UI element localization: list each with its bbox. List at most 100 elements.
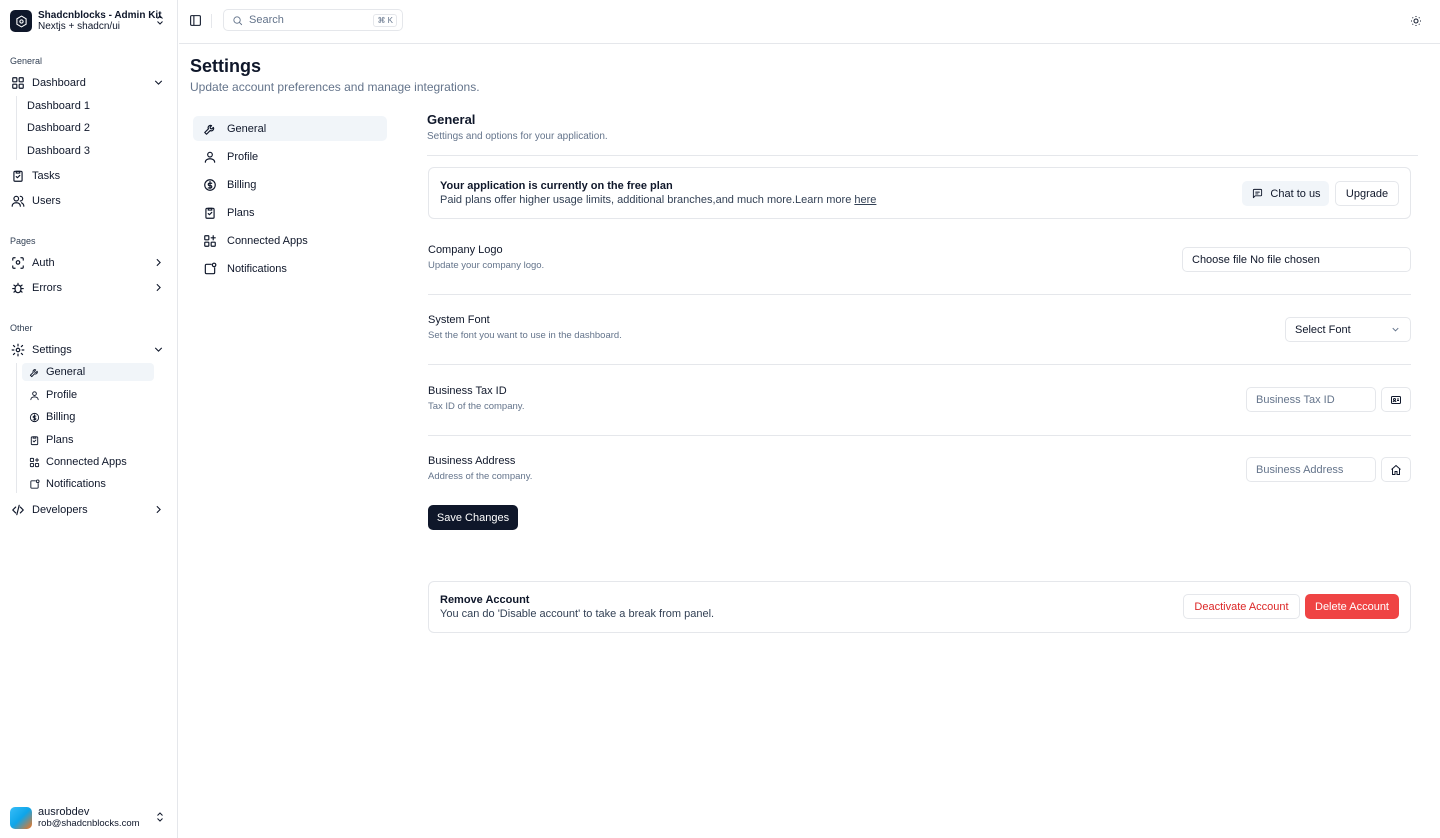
row-divider (428, 364, 1411, 365)
upgrade-button[interactable]: Upgrade (1335, 181, 1399, 206)
settings-nav-connected-apps[interactable]: Connected Apps (193, 228, 387, 253)
brand-subtitle: Nextjs + shadcn/ui (38, 21, 120, 32)
user-menu[interactable]: ausrobdev rob@shadcnblocks.com (10, 806, 170, 830)
home-button[interactable] (1381, 457, 1411, 482)
sidebar-item-settings[interactable]: Settings (8, 339, 168, 361)
sidebar-subitem-label: Dashboard 2 (27, 122, 90, 134)
sidebar-subitem-label: Plans (46, 434, 74, 446)
plan-card: Your application is currently on the fre… (428, 167, 1411, 219)
sidebar-subitem-dashboard-3[interactable]: Dashboard 3 (22, 142, 154, 160)
sidebar-toggle-icon[interactable] (189, 14, 202, 27)
learn-more-link[interactable]: here (854, 194, 876, 206)
tax-id-sub: Tax ID of the company. (428, 401, 525, 412)
group-label-other: Other (10, 323, 33, 333)
settings-nav-notifications[interactable]: Notifications (193, 256, 387, 281)
search-input[interactable]: Search ⌘ K (223, 9, 403, 31)
sun-icon[interactable] (1410, 15, 1422, 27)
dollar-circle-icon (27, 410, 41, 424)
sidebar-item-label: Errors (32, 282, 62, 294)
sidebar-subitem-label: Dashboard 3 (27, 145, 90, 157)
chevron-down-icon (1390, 324, 1401, 335)
remove-account-desc: You can do 'Disable account' to take a b… (440, 608, 715, 620)
home-icon (1390, 464, 1402, 476)
sidebar-subitem-dashboard-1[interactable]: Dashboard 1 (22, 97, 154, 115)
choose-file-button[interactable]: Choose file (1192, 254, 1247, 266)
settings-nav-label: Notifications (227, 262, 287, 275)
settings-nav-profile[interactable]: Profile (193, 144, 387, 169)
settings-nav-plans[interactable]: Plans (193, 200, 387, 225)
group-label-general: General (10, 56, 43, 66)
sidebar-subitem-label: Notifications (46, 478, 106, 490)
address-sub: Address of the company. (428, 471, 533, 482)
sidebar-subitem-plans[interactable]: Plans (22, 431, 154, 449)
sidebar-item-dashboard[interactable]: Dashboard (8, 72, 168, 94)
tax-id-input[interactable]: Business Tax ID (1246, 387, 1376, 412)
chat-to-us-button[interactable]: Chat to us (1242, 181, 1329, 206)
company-logo-sub: Update your company logo. (428, 260, 545, 271)
team-switcher[interactable]: Shadcnblocks - Admin Kit Nextjs + shadcn… (10, 9, 170, 33)
sidebar-subitem-label: Profile (46, 389, 78, 401)
sidebar-subitem-connected-apps[interactable]: Connected Apps (22, 453, 154, 471)
user-icon (27, 388, 41, 402)
sidebar-item-users[interactable]: Users (8, 190, 168, 212)
chevron-down-icon (152, 76, 165, 89)
sidebar-item-label: Auth (32, 257, 55, 269)
message-square-icon (1250, 187, 1264, 201)
sidebar-subitem-label: Connected Apps (46, 456, 127, 468)
tax-id-title: Business Tax ID (428, 385, 507, 397)
sidebar-item-errors[interactable]: Errors (8, 277, 168, 299)
apps-icon (27, 455, 41, 469)
user-name: ausrobdev (38, 806, 90, 818)
remove-account-card: Remove Account You can do 'Disable accou… (428, 581, 1411, 633)
system-font-value: Select Font (1295, 323, 1351, 336)
sidebar-item-label: Users (32, 195, 61, 207)
bell-dot-icon (27, 477, 41, 491)
chevron-right-icon (152, 281, 165, 294)
company-logo-title: Company Logo (428, 244, 503, 256)
upgrade-label: Upgrade (1345, 187, 1389, 200)
sidebar-item-tasks[interactable]: Tasks (8, 165, 168, 187)
row-divider (428, 294, 1411, 295)
topbar: Search ⌘ K (179, 0, 1440, 44)
system-font-select[interactable]: Select Font (1285, 317, 1411, 342)
settings-nav-general[interactable]: General (193, 116, 387, 141)
sidebar-subitem-billing[interactable]: Billing (22, 408, 154, 426)
plan-card-desc: Paid plans offer higher usage limits, ad… (440, 194, 876, 206)
plan-card-title: Your application is currently on the fre… (440, 180, 673, 192)
search-icon (230, 13, 244, 27)
id-card-button[interactable] (1381, 387, 1411, 412)
layout-grid-icon (11, 76, 25, 90)
user-icon (203, 150, 217, 164)
sidebar-subitem-profile[interactable]: Profile (22, 386, 154, 404)
search-shortcut: ⌘ K (373, 14, 397, 27)
chevron-right-icon (152, 256, 165, 269)
wrench-icon (27, 365, 41, 379)
sidebar-subitem-label: Dashboard 1 (27, 100, 90, 112)
sidebar-subitem-general[interactable]: General (22, 363, 154, 381)
save-changes-button[interactable]: Save Changes (428, 505, 518, 530)
code-icon (11, 503, 25, 517)
page-title: Settings (190, 56, 262, 76)
gear-icon (11, 343, 25, 357)
bell-dot-icon (203, 262, 217, 276)
group-label-pages: Pages (10, 236, 36, 246)
sidebar-item-label: Settings (32, 344, 72, 356)
user-email: rob@shadcnblocks.com (38, 818, 140, 829)
sidebar-item-developers[interactable]: Developers (8, 499, 168, 521)
address-input[interactable]: Business Address (1246, 457, 1376, 482)
sidebar-subitem-dashboard-2[interactable]: Dashboard 2 (22, 119, 154, 137)
remove-account-title: Remove Account (440, 594, 530, 606)
company-logo-file-input[interactable]: Choose file No file chosen (1182, 247, 1411, 272)
apps-icon (203, 234, 217, 248)
settings-nav-label: Plans (227, 206, 255, 219)
settings-nav-billing[interactable]: Billing (193, 172, 387, 197)
deactivate-account-button[interactable]: Deactivate Account (1183, 594, 1300, 619)
users-icon (11, 194, 25, 208)
sidebar-item-auth[interactable]: Auth (8, 252, 168, 274)
delete-account-label: Delete Account (1315, 600, 1389, 613)
sidebar-item-label: Tasks (32, 170, 61, 182)
sidebar-subitem-notifications[interactable]: Notifications (22, 475, 154, 493)
settings-nav-label: General (227, 122, 267, 135)
chevron-down-icon (152, 343, 165, 356)
delete-account-button[interactable]: Delete Account (1305, 594, 1399, 619)
